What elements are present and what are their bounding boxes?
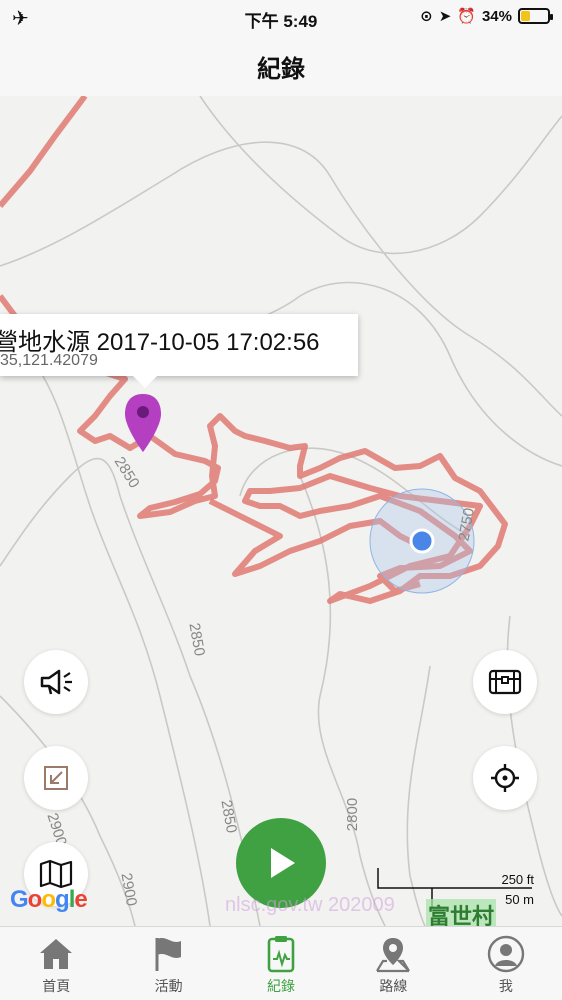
flag-icon	[155, 938, 181, 971]
page-title: 紀錄	[257, 56, 305, 83]
announce-icon	[40, 669, 72, 695]
contour-label: 2800	[344, 797, 362, 832]
map-watermark: nlsc.gov.tw 202009	[225, 894, 395, 916]
map-icon	[39, 859, 73, 889]
announce-button[interactable]	[24, 650, 88, 714]
tab-routes[interactable]: 路線	[337, 927, 449, 1000]
tab-label-me: 我	[498, 978, 513, 994]
tab-label-records: 紀錄	[267, 978, 296, 994]
route-pin-icon	[376, 938, 411, 973]
contour-line	[199, 96, 562, 255]
tab-label-routes: 路線	[379, 978, 408, 994]
callout-pointer	[133, 376, 157, 388]
place-label: 富世村	[426, 899, 497, 926]
map-view[interactable]: 2850 2850 2850 2900 2900 2800 2750 營地水源 …	[0, 96, 562, 926]
tab-label-activity: 活動	[154, 978, 183, 994]
battery-percent: 34%	[481, 7, 512, 25]
tab-home[interactable]: 首頁	[0, 927, 112, 1000]
tab-me[interactable]: 我	[450, 927, 562, 1000]
scale-feet: 250 ft	[501, 872, 534, 887]
waypoint-callout[interactable]: 營地水源 2017-10-05 17:02:56 35,121.42079	[0, 314, 358, 388]
current-location-icon	[409, 528, 435, 554]
collapse-arrow-icon	[44, 766, 68, 790]
treasure-chest-icon	[488, 669, 522, 695]
tab-bar: 首頁 活動 紀錄 路線 我	[0, 926, 562, 1000]
tab-activity[interactable]: 活動	[112, 927, 224, 1000]
clipboard-icon	[267, 936, 295, 973]
callout-coordinates: 35,121.42079	[0, 352, 98, 369]
orientation-lock-icon: ⊙	[420, 8, 433, 25]
track-line	[0, 96, 88, 208]
crosshair-icon	[491, 764, 519, 792]
location-arrow-icon: ➤	[438, 8, 452, 25]
google-logo: Google	[10, 886, 88, 913]
alarm-icon: ⏰	[457, 8, 476, 25]
tab-label-home: 首頁	[42, 978, 71, 994]
tab-records[interactable]: 紀錄	[225, 927, 337, 1000]
scale-meters: 50 m	[505, 892, 534, 907]
status-right: ⊙ ➤ ⏰ 34%	[420, 7, 553, 25]
battery-fill	[521, 11, 530, 21]
nav-bar: 紀錄	[0, 36, 562, 96]
status-bar: ✈ 下午 5:49 ⊙ ➤ ⏰ 34%	[0, 0, 562, 36]
collapse-button[interactable]	[24, 746, 88, 810]
profile-icon	[487, 935, 525, 973]
play-icon	[271, 848, 295, 878]
locate-me-button[interactable]	[473, 746, 537, 810]
battery-icon	[518, 8, 553, 24]
home-icon	[40, 939, 73, 969]
treasure-button[interactable]	[473, 650, 537, 714]
